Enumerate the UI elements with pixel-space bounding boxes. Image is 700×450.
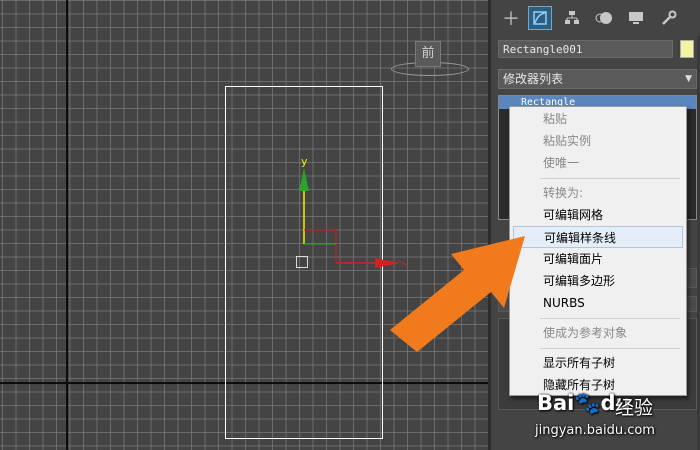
object-name-field[interactable]: Rectangle001 bbox=[498, 40, 673, 58]
menu-item-paste-instance[interactable]: 粘贴实例 bbox=[513, 130, 683, 152]
menu-item-paste[interactable]: 粘贴 bbox=[513, 108, 683, 130]
watermark: Bai🐾du 经验 jingyan.baidu.com bbox=[535, 391, 695, 447]
utilities-tab-icon[interactable] bbox=[657, 6, 681, 30]
menu-item-show-all-subtree[interactable]: 显示所有子树 bbox=[513, 352, 683, 374]
menu-item-editable-patch[interactable]: 可编辑面片 bbox=[513, 248, 683, 270]
modifier-list-label: 修改器列表 bbox=[503, 72, 564, 86]
modify-tab-icon[interactable] bbox=[528, 6, 552, 30]
pivot-box bbox=[296, 256, 308, 268]
stack-context-menu: 粘贴 粘贴实例 使唯一 转换为: 可编辑网格 可编辑样条线 可编辑面片 可编辑多… bbox=[509, 106, 687, 396]
watermark-url: jingyan.baidu.com bbox=[535, 423, 655, 438]
move-gizmo[interactable] bbox=[0, 0, 488, 450]
menu-item-make-reference[interactable]: 使成为参考对象 bbox=[513, 322, 683, 344]
menu-item-editable-mesh[interactable]: 可编辑网格 bbox=[513, 204, 683, 226]
menu-separator bbox=[540, 318, 680, 319]
gizmo-y-label: y bbox=[301, 155, 308, 168]
create-tab-icon[interactable]: ＋ bbox=[499, 6, 523, 30]
chevron-down-icon: ▼ bbox=[685, 74, 692, 84]
menu-item-make-unique[interactable]: 使唯一 bbox=[513, 152, 683, 174]
display-tab-icon[interactable] bbox=[624, 6, 648, 30]
gizmo-y-arrowhead bbox=[299, 168, 309, 191]
menu-item-convert-to-header: 转换为: bbox=[543, 186, 584, 200]
menu-item-editable-spline[interactable]: 可编辑样条线 bbox=[513, 226, 683, 248]
command-panel-tabs: ＋ bbox=[491, 0, 700, 36]
menu-separator bbox=[540, 178, 680, 179]
menu-item-nurbs[interactable]: NURBS bbox=[513, 292, 683, 314]
object-color-swatch[interactable] bbox=[680, 40, 694, 58]
menu-item-editable-poly[interactable]: 可编辑多边形 bbox=[513, 270, 683, 292]
motion-tab-icon[interactable] bbox=[592, 6, 616, 30]
menu-separator bbox=[540, 348, 680, 349]
gizmo-plane-handle bbox=[304, 229, 337, 263]
modifier-list-dropdown[interactable]: 修改器列表 ▼ bbox=[498, 69, 697, 89]
front-viewport[interactable]: 前 y bbox=[0, 0, 488, 450]
hierarchy-tab-icon[interactable] bbox=[560, 6, 584, 30]
gizmo-x-arrowhead bbox=[375, 258, 400, 268]
watermark-label: 经验 bbox=[615, 397, 654, 419]
